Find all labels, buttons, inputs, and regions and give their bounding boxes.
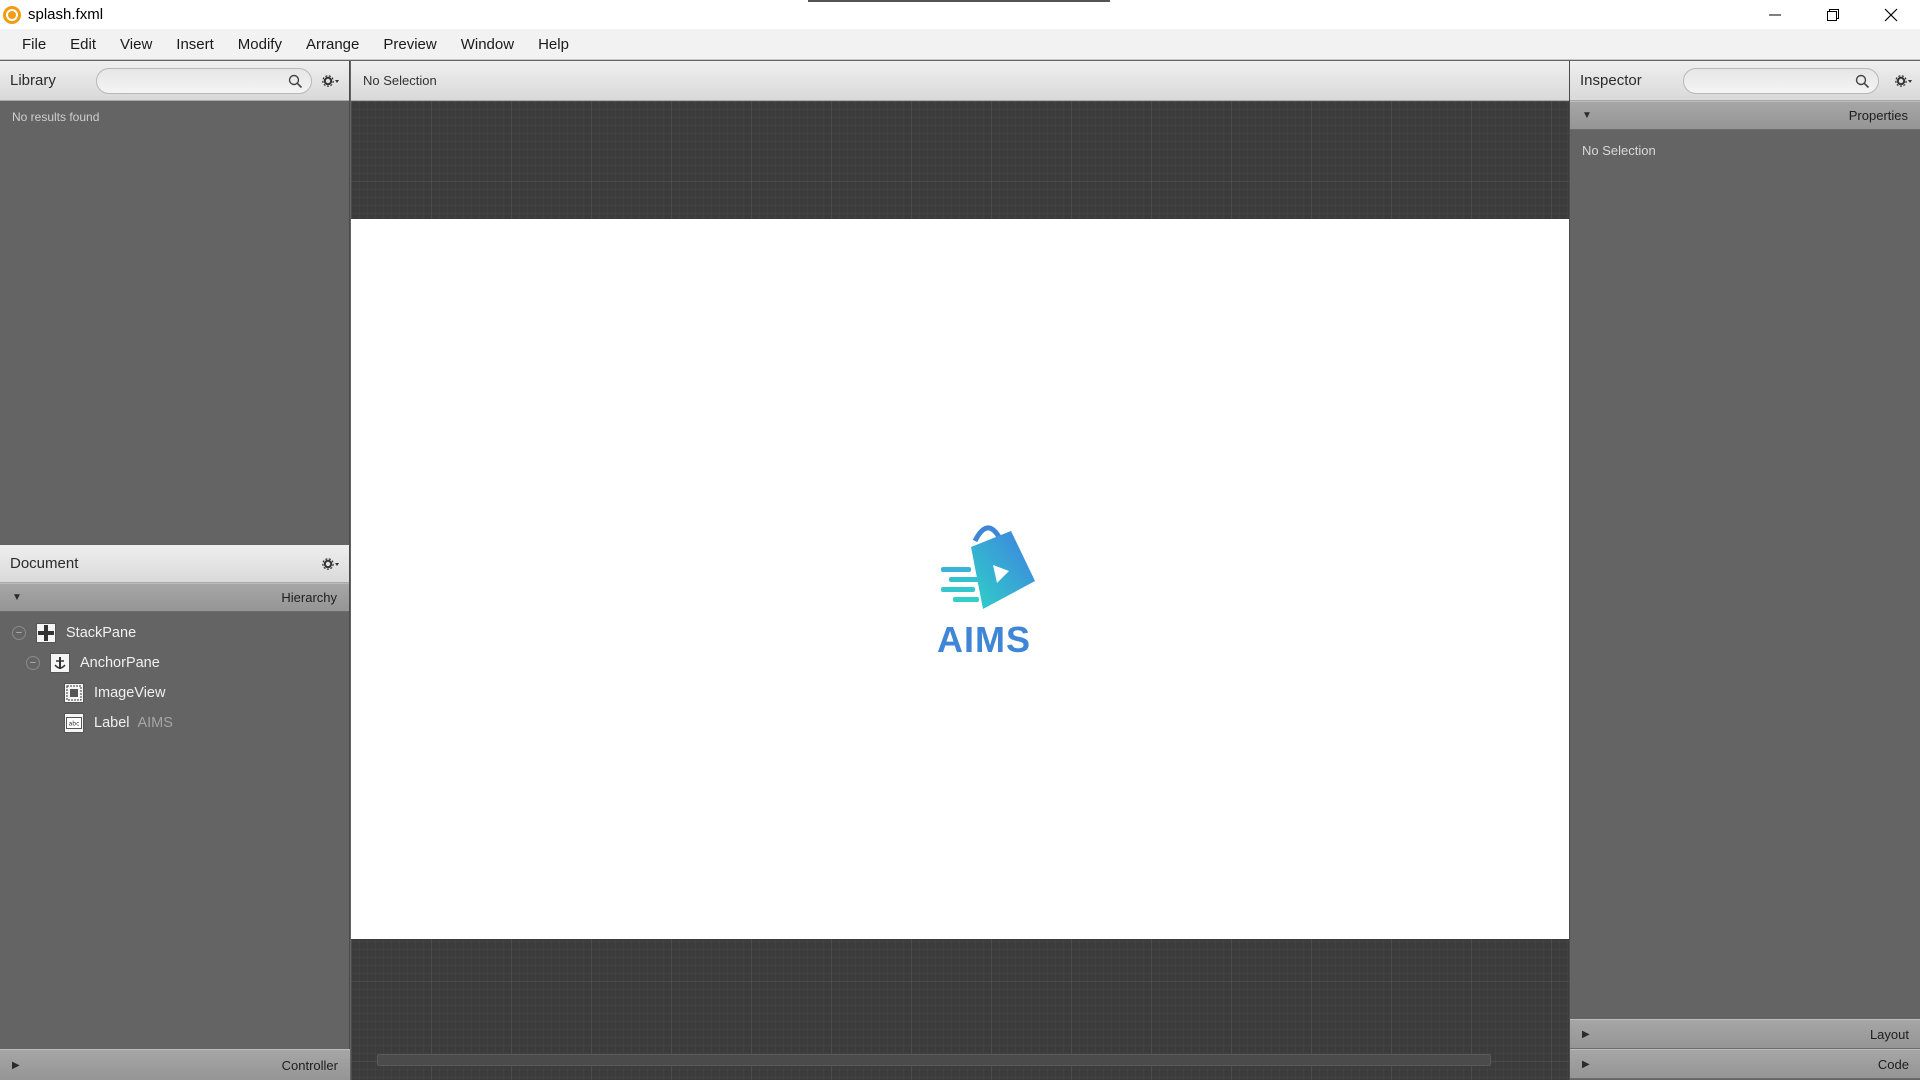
window-title: splash.fxml — [28, 6, 104, 23]
close-icon — [1884, 8, 1898, 21]
anchorpane-icon — [50, 653, 70, 673]
collapse-toggle-icon[interactable]: − — [12, 626, 26, 640]
tree-item-stackpane[interactable]: − StackPane — [0, 618, 349, 648]
scene-builder-icon — [3, 5, 21, 24]
expand-triangle-icon: ▶ — [12, 1059, 20, 1071]
layout-label: Layout — [1869, 1026, 1909, 1042]
menu-view[interactable]: View — [108, 29, 164, 60]
title-bar: splash.fxml — [0, 0, 1920, 29]
library-search-input[interactable] — [96, 68, 312, 94]
hierarchy-tree: − StackPane − AnchorPane ImageView abc L… — [0, 612, 349, 738]
expand-triangle-icon: ▶ — [1582, 1058, 1590, 1070]
restore-button[interactable] — [1804, 0, 1862, 29]
menu-bar: File Edit View Insert Modify Arrange Pre… — [0, 29, 1920, 60]
tree-item-label: ImageView — [94, 685, 166, 701]
code-section-header[interactable]: ▶ Code — [1570, 1049, 1920, 1079]
hierarchy-label: Hierarchy — [281, 590, 337, 605]
tree-item-label: AnchorPane — [80, 655, 160, 671]
inspector-search-input[interactable] — [1683, 68, 1879, 94]
inspector-title: Inspector — [1580, 72, 1642, 89]
tree-item-extra: AIMS — [137, 715, 173, 731]
menu-modify[interactable]: Modify — [226, 29, 294, 60]
title-accent-line — [808, 0, 1110, 2]
document-header: Document — [0, 545, 349, 583]
minimize-button[interactable] — [1746, 0, 1804, 29]
document-panel: Document ▼ Hierarchy − StackPane − Ancho… — [0, 545, 350, 1080]
tree-item-imageview[interactable]: ImageView — [0, 678, 349, 708]
inspector-panel: Inspector ▼ Properties No Selection ▶ La… — [1569, 61, 1920, 1080]
library-gear-icon[interactable] — [322, 74, 340, 88]
properties-section-header[interactable]: ▼ Properties — [1570, 101, 1920, 130]
controller-label: Controller — [281, 1057, 338, 1073]
close-button[interactable] — [1862, 0, 1920, 29]
library-header: Library — [0, 61, 349, 101]
label-node-icon: abc — [64, 713, 84, 733]
menu-help[interactable]: Help — [526, 29, 581, 60]
menu-file[interactable]: File — [10, 29, 58, 60]
horizontal-scrollbar[interactable] — [377, 1054, 1491, 1066]
collapse-triangle-icon: ▼ — [1582, 110, 1592, 121]
content-toolbar: No Selection — [351, 61, 1569, 101]
code-label: Code — [1877, 1056, 1909, 1072]
search-icon — [288, 74, 303, 89]
svg-text:abc: abc — [69, 721, 80, 728]
layout-section-header[interactable]: ▶ Layout — [1570, 1019, 1920, 1049]
stage-preview[interactable]: AIMS — [351, 219, 1569, 939]
hierarchy-section-header[interactable]: ▼ Hierarchy — [0, 583, 349, 612]
inspector-gear-icon[interactable] — [1895, 74, 1913, 88]
menu-edit[interactable]: Edit — [58, 29, 108, 60]
controller-section-header[interactable]: ▶ Controller — [0, 1049, 350, 1080]
menu-arrange[interactable]: Arrange — [294, 29, 371, 60]
selection-status: No Selection — [363, 73, 437, 88]
document-title: Document — [10, 555, 79, 572]
tree-item-label: Label — [94, 715, 130, 731]
imageview-icon — [64, 683, 84, 703]
inspector-no-selection: No Selection — [1582, 143, 1656, 158]
properties-label: Properties — [1848, 108, 1908, 123]
document-gear-icon[interactable] — [322, 557, 340, 571]
stackpane-icon — [36, 623, 56, 643]
menu-insert[interactable]: Insert — [164, 29, 226, 60]
expand-triangle-icon: ▶ — [1582, 1028, 1590, 1040]
tree-item-anchorpane[interactable]: − AnchorPane — [0, 648, 349, 678]
library-panel: Library No results found — [0, 61, 350, 545]
menu-preview[interactable]: Preview — [371, 29, 448, 60]
library-empty-text: No results found — [12, 110, 100, 124]
collapse-triangle-icon: ▼ — [12, 592, 22, 603]
library-title: Library — [10, 72, 56, 89]
design-canvas[interactable]: AIMS — [351, 101, 1569, 1080]
minimize-icon — [1769, 14, 1781, 15]
collapse-toggle-icon[interactable]: − — [26, 656, 40, 670]
menu-window[interactable]: Window — [449, 29, 526, 60]
aims-label[interactable]: AIMS — [937, 619, 1031, 661]
restore-icon — [1827, 8, 1839, 21]
inspector-header: Inspector — [1570, 61, 1920, 101]
tree-item-label-aims[interactable]: abc Label AIMS — [0, 708, 349, 738]
search-icon — [1855, 74, 1870, 89]
tree-item-label: StackPane — [66, 625, 137, 641]
